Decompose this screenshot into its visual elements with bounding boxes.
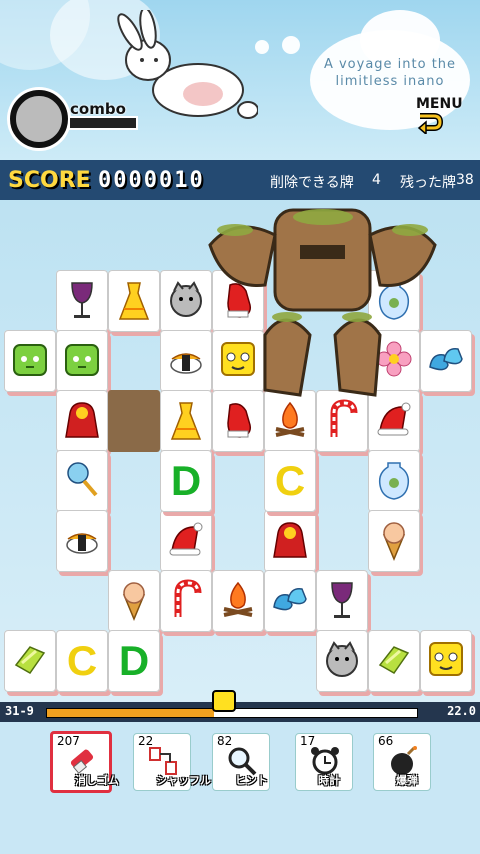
mahjong-tile[interactable] [4, 630, 56, 692]
gray-cat-face-icon [170, 281, 202, 317]
tool-button-alarm-clock[interactable]: 17 時計 [295, 733, 353, 791]
gray-cat-face-icon [326, 641, 358, 677]
mahjong-tile[interactable] [368, 630, 420, 692]
flying-bunny-icon [117, 10, 258, 119]
time-label: 22.0 [447, 704, 476, 718]
progress-fill [47, 709, 214, 717]
tool-label: 消しゴム [75, 774, 119, 787]
red-cloak-icon [65, 402, 99, 438]
yellow-cube-face-icon [429, 642, 463, 676]
campfire-icon [223, 581, 253, 617]
ice-cream-icon [382, 522, 406, 561]
red-cloak-icon [273, 522, 307, 558]
candy-cane-icon [174, 579, 202, 617]
removable-label: 削除できる牌 [270, 175, 354, 191]
return-arrow-icon [417, 113, 444, 136]
mahjong-tile[interactable] [56, 450, 108, 512]
mahjong-tile[interactable] [56, 390, 108, 452]
mahjong-tile[interactable] [108, 570, 160, 632]
mahjong-tile[interactable]: C [56, 630, 108, 692]
santa-hat-icon [169, 522, 203, 556]
mahjong-tile[interactable]: C [264, 450, 316, 512]
combo-bar [68, 116, 138, 130]
tile-letter: C [274, 457, 306, 504]
mahjong-tile[interactable] [316, 570, 368, 632]
mahjong-tile[interactable] [56, 270, 108, 332]
mahjong-tile[interactable] [56, 510, 108, 572]
mahjong-tile[interactable] [212, 570, 264, 632]
menu-label: MENU [416, 96, 463, 112]
mahjong-tile[interactable] [420, 630, 472, 692]
blue-slippers-icon [273, 588, 307, 611]
mahjong-tile[interactable]: D [108, 630, 160, 692]
cleared-tile-slot [108, 390, 160, 452]
remaining-label: 残った牌 [400, 175, 456, 191]
mahjong-tile[interactable] [264, 510, 316, 572]
yellow-dress-icon [170, 402, 202, 440]
mahjong-tile[interactable] [160, 570, 212, 632]
sushi-icon [66, 533, 98, 554]
score-label: SCORE [8, 168, 91, 193]
campfire-icon [275, 401, 305, 437]
green-slime-icon [13, 344, 47, 376]
mahjong-tile[interactable] [56, 330, 108, 392]
ice-cream-icon [122, 582, 146, 621]
tool-button-shuffle[interactable]: 22 シャッフル [133, 733, 211, 791]
score-bar: SCORE 0000010 削除できる牌 4 残った牌 38 [0, 160, 480, 200]
tile-letter: D [118, 637, 150, 684]
sushi-icon [170, 353, 202, 374]
candy-cane-icon [330, 399, 358, 437]
tool-button-bomb[interactable]: 66 爆弾 [373, 733, 431, 791]
mahjong-tile[interactable] [108, 270, 160, 332]
combo-gauge [10, 90, 68, 148]
progress-marker-icon [212, 690, 236, 712]
removable-value: 4 [372, 172, 381, 188]
wine-glass-icon [71, 282, 93, 318]
green-gem-icon [14, 646, 46, 674]
remaining-value: 38 [456, 172, 474, 188]
yellow-dress-icon [118, 282, 150, 320]
stage-label: 31-9 [5, 704, 34, 718]
tool-button-magnifier[interactable]: 82 ヒント [212, 733, 270, 791]
mahjong-tile[interactable]: D [160, 450, 212, 512]
tile-letter: C [66, 637, 98, 684]
green-gem-icon [378, 646, 410, 674]
score-value: 0000010 [98, 168, 205, 193]
rock-golem-icon [208, 208, 437, 397]
time-progress: 31-9 22.0 [0, 690, 480, 722]
mahjong-tile[interactable] [316, 630, 368, 692]
tool-label: 時計 [318, 774, 340, 787]
tile-letter: D [170, 457, 202, 504]
tool-label: 爆弾 [396, 774, 418, 787]
blue-vase-icon [378, 462, 410, 500]
voyage-text: A voyage into the limitless inano [323, 57, 457, 89]
mahjong-tile[interactable] [368, 450, 420, 512]
green-slime-icon [65, 344, 99, 376]
mahjong-tile[interactable] [4, 330, 56, 392]
menu-button[interactable]: MENU [416, 96, 466, 140]
mahjong-tile[interactable] [368, 510, 420, 572]
mahjong-tile[interactable] [264, 570, 316, 632]
wine-glass-icon [331, 582, 353, 618]
sky-header: combo A voyage into the limitless inano … [0, 0, 480, 160]
tool-button-eraser[interactable]: 207 消しゴム [50, 731, 119, 793]
mahjong-tile[interactable] [160, 510, 212, 572]
tool-label: シャッフル [156, 774, 211, 787]
red-mitten-icon [227, 403, 252, 438]
tool-label: ヒント [235, 774, 268, 787]
magic-wand-icon [67, 462, 98, 497]
tool-bar: 207 消しゴム 22 シャッフル 82 ヒント 17 時計 66 爆弾 [0, 722, 480, 854]
santa-hat-icon [377, 402, 411, 436]
